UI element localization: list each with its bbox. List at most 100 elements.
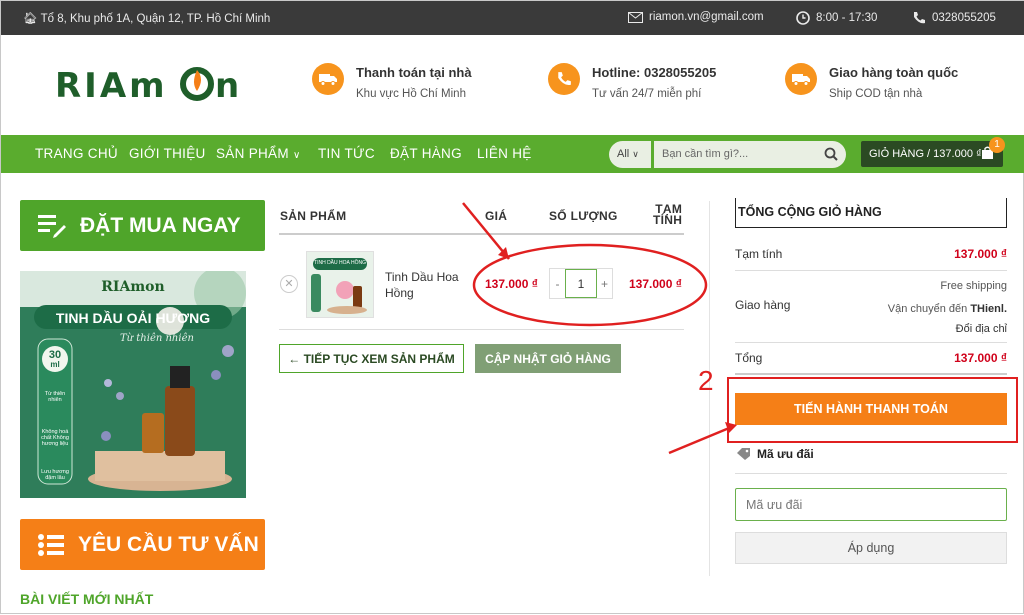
main-nav: TRANG CHỦ GIỚI THIỆU SẢN PHẨM ∨ TIN TỨC …: [1, 135, 1024, 173]
clock-icon: [796, 11, 810, 25]
apply-coupon-button[interactable]: Áp dụng: [735, 532, 1007, 564]
site-logo[interactable]: RIAm n: [55, 61, 255, 114]
product-name-link[interactable]: Tinh Dầu Hoa Hồng: [385, 269, 459, 301]
info-title: Thanh toán tại nhà: [356, 65, 472, 80]
address: 🏠︎ Tổ 8, Khu phố 1A, Quận 12, TP. Hồ Chí…: [23, 11, 270, 25]
annotation-step-number: 2: [698, 365, 714, 396]
header-divider: [279, 233, 684, 235]
shipping-destination-place: THienl.: [970, 303, 1007, 315]
product-image-label: TINH DẦU HOA HỒNG: [314, 260, 366, 266]
delivery-truck-icon: [785, 63, 817, 95]
annotation-arrow: [668, 424, 735, 455]
col-header-price: GIÁ: [485, 209, 508, 223]
info-payment: Thanh toán tại nhà Khu vực Hồ Chí Minh: [312, 63, 472, 100]
row-divider: [735, 473, 1007, 474]
annotation-highlight-box: [727, 377, 1018, 443]
order-now-button[interactable]: ĐẶT MUA NGAY: [20, 200, 265, 251]
mail-icon: [628, 11, 643, 23]
delivery-truck-icon: [312, 63, 344, 95]
change-address-link[interactable]: Đổi địa chỉ: [735, 323, 1007, 335]
promo-feature: Lưu hương đậm lâu: [41, 469, 69, 481]
tag-icon: [737, 448, 750, 460]
promo-badge-unit: ml: [50, 360, 60, 369]
coupon-code-input[interactable]: Mã ưu đãi: [735, 488, 1007, 521]
promo-script: Từ thiên nhiên: [120, 333, 194, 344]
promo-feature: Không hoá chất Không hương liệu: [41, 429, 69, 447]
update-cart-button[interactable]: CẬP NHẬT GIỎ HÀNG: [475, 344, 621, 373]
search-form: All ∨ Bạn cần tìm gì?...: [609, 141, 846, 168]
email-link[interactable]: riamon.vn@gmail.com: [628, 11, 764, 23]
promo-badge: 30 ml: [44, 350, 66, 370]
info-sub: Tư vấn 24/7 miễn phí: [592, 88, 702, 100]
top-bar: 🏠︎ Tổ 8, Khu phố 1A, Quận 12, TP. Hồ Chí…: [1, 1, 1024, 35]
list-edit-icon: [38, 214, 66, 238]
search-placeholder: Bạn cần tìm gì?...: [662, 148, 749, 160]
promo-banner[interactable]: RIAmon TINH DẦU OẢI HƯƠNG Từ thiên nhiên…: [20, 271, 246, 498]
qty-increase-button[interactable]: +: [597, 269, 612, 298]
item-price: 137.000 ₫: [485, 277, 538, 291]
nav-item-about[interactable]: GIỚI THIỆU: [129, 146, 206, 161]
qty-decrease-button[interactable]: -: [550, 269, 565, 298]
promo-feature: Từ thiên nhiên: [44, 391, 66, 403]
total-row: Tổng 137.000 ₫: [735, 351, 1007, 365]
info-shipping: Giao hàng toàn quốc Ship COD tận nhà: [785, 63, 958, 100]
product-thumbnail[interactable]: TINH DẦU HOA HỒNG: [306, 251, 374, 318]
phone-link[interactable]: 0328055205: [912, 11, 996, 25]
annotation-arrowhead: [498, 247, 509, 259]
site-header: RIAm n Thanh toán tại nhà Khu vực Hồ Chí…: [1, 35, 1024, 135]
shipping-destination-prefix: Vận chuyển đến: [887, 303, 968, 315]
info-title: Hotline: 0328055205: [592, 65, 717, 80]
product-name-line: Tinh Dầu Hoa: [385, 270, 459, 284]
consult-request-button[interactable]: YÊU CẦU TƯ VẤN: [20, 519, 265, 570]
consult-label: YÊU CẦU TƯ VẤN: [78, 532, 259, 556]
total-label: Tổng: [735, 351, 763, 365]
col-header-subtotal-line: TÍNH: [653, 213, 683, 227]
promo-badge-num: 30: [48, 349, 62, 361]
row-divider: [735, 373, 1007, 375]
info-sub: Ship COD tận nhà: [829, 88, 923, 100]
list-icon: [38, 533, 64, 556]
shipping-destination: Vận chuyển đến THienl.: [735, 303, 1007, 315]
hours: 8:00 - 17:30: [796, 11, 877, 25]
subtotal-row: Tạm tính 137.000 ₫: [735, 247, 1007, 261]
promo-brand: RIAmon: [101, 279, 165, 295]
nav-item-contact[interactable]: LIÊN HỆ: [477, 146, 532, 161]
info-sub: Khu vực Hồ Chí Minh: [356, 88, 466, 100]
latest-posts-heading: BÀI VIẾT MỚI NHẤT: [20, 591, 154, 607]
item-subtotal: 137.000 ₫: [629, 277, 682, 291]
email-text: riamon.vn@gmail.com: [649, 11, 764, 23]
coupon-heading: Mã ưu đãi: [737, 447, 814, 461]
subtotal-label: Tạm tính: [735, 247, 783, 261]
search-input[interactable]: Bạn cần tìm gì?...: [654, 141, 846, 168]
nav-item-products[interactable]: SẢN PHẨM ∨: [216, 146, 301, 161]
change-address-label: Đổi địa chỉ: [955, 323, 1007, 335]
total-value: 137.000 ₫: [954, 351, 1007, 365]
search-icon[interactable]: [824, 147, 838, 161]
promo-title: TINH DẦU OẢI HƯƠNG: [55, 310, 211, 326]
col-header-product: SẢN PHẨM: [280, 209, 347, 223]
category-select[interactable]: All ∨: [609, 141, 651, 168]
shipping-free: Free shipping: [940, 280, 1007, 292]
chevron-down-icon: ∨: [632, 149, 639, 159]
qty-input[interactable]: 1: [565, 269, 597, 298]
cart-totals-title: TỔNG CỘNG GIỎ HÀNG: [735, 198, 1007, 228]
cart-button[interactable]: GIỎ HÀNG / 137.000 ₫: [861, 141, 1003, 167]
hours-text: 8:00 - 17:30: [816, 12, 878, 24]
continue-shopping-button[interactable]: ← TIẾP TỤC XEM SẢN PHẨM: [279, 344, 464, 373]
remove-item-button[interactable]: ✕: [280, 275, 298, 293]
info-hotline: Hotline: 0328055205 Tư vấn 24/7 miễn phí: [548, 63, 716, 100]
col-header-subtotal: TẠM TÍNH: [653, 203, 683, 227]
svg-text:RIAm: RIAm: [55, 66, 168, 105]
nav-item-news[interactable]: TIN TỨC: [318, 146, 375, 161]
cart-label: GIỎ HÀNG / 137.000 ₫: [869, 148, 982, 160]
row-divider: [735, 342, 1007, 343]
nav-item-order[interactable]: ĐẶT HÀNG: [390, 146, 462, 161]
quantity-stepper: - 1 +: [549, 268, 613, 299]
coupon-heading-label: Mã ưu đãi: [757, 447, 814, 461]
row-divider: [279, 329, 684, 330]
phone-text: 0328055205: [932, 12, 996, 24]
nav-item-home[interactable]: TRANG CHỦ: [35, 146, 118, 161]
product-name-line: Hồng: [385, 286, 414, 300]
cart-count-badge: 1: [989, 137, 1005, 153]
svg-text:n: n: [215, 66, 241, 105]
